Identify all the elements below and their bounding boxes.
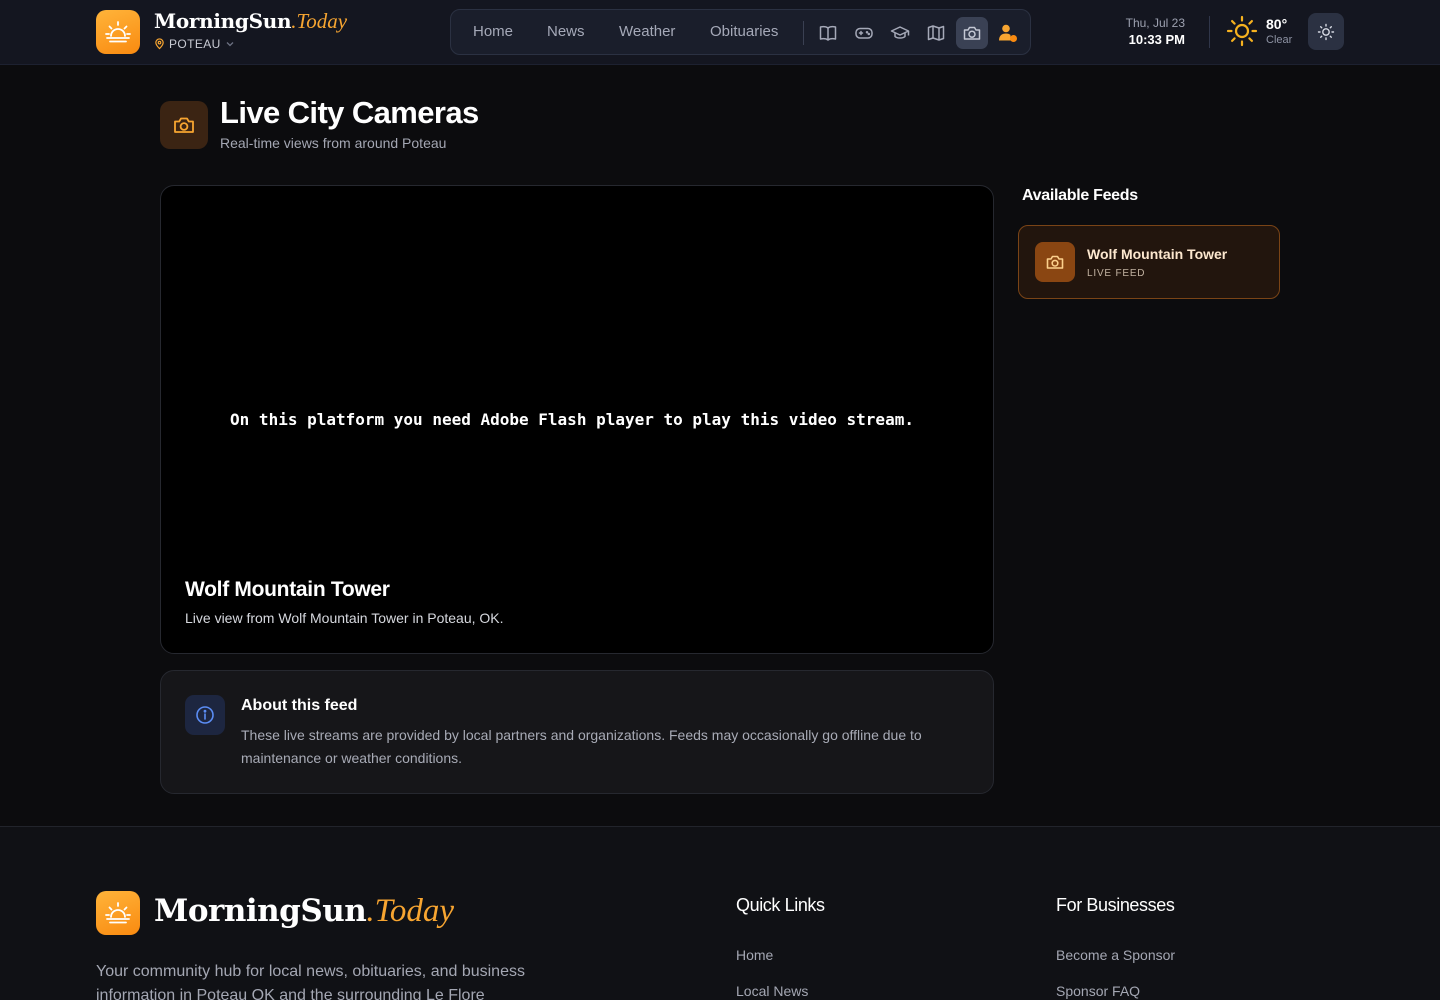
nav-home[interactable]: Home [473,23,513,40]
available-feeds-heading: Available Feeds [1022,187,1138,204]
user-alert-icon [999,24,1017,42]
about-title: About this feed [241,697,358,714]
date-time: Thu, Jul 23 10:33 PM [1126,16,1185,47]
footer-brand-main: MorningSun [154,893,367,929]
camera-description: Live view from Wolf Mountain Tower in Po… [185,610,504,626]
nav-account-button[interactable] [992,17,1024,49]
current-time: 10:33 PM [1128,32,1185,47]
nav-book-button[interactable] [812,17,844,49]
nav-map-button[interactable] [920,17,952,49]
footer-description: Your community hub for local news, obitu… [96,963,525,1000]
theme-toggle-button[interactable] [1308,13,1344,50]
sunrise-icon [105,21,131,43]
nav-news[interactable]: News [547,23,585,40]
weather-condition: Clear [1266,34,1293,46]
camera-icon [963,26,981,40]
site-header: MorningSun.Today POTEAU Home News Weathe… [0,0,1440,65]
camera-icon [1046,255,1064,269]
footer-link-sponsor-faq[interactable]: Sponsor FAQ [1056,983,1140,999]
camera-icon [174,117,194,133]
feed-icon-box [1035,242,1075,282]
quick-links-heading: Quick Links [736,895,825,915]
footer-link-home[interactable]: Home [736,947,773,963]
header-divider [1209,16,1210,48]
nav-divider [803,21,804,45]
for-businesses-heading: For Businesses [1056,895,1175,915]
footer-link-become-sponsor[interactable]: Become a Sponsor [1056,947,1175,963]
nav-cameras-button[interactable] [956,17,988,49]
graduation-cap-icon [890,26,910,39]
page-title: Live City Cameras [220,95,479,130]
page-subtitle: Real-time views from around Poteau [220,135,447,151]
temperature: 80° [1266,16,1288,32]
map-pin-icon [155,38,164,50]
info-icon-box [185,695,225,735]
location-selector[interactable]: POTEAU [154,36,235,52]
main-nav: Home News Weather Obituaries [450,9,1031,55]
gamepad-icon [855,27,873,39]
sun-icon [1226,15,1258,47]
flash-required-message: On this platform you need Adobe Flash pl… [230,410,914,429]
feed-status: LIVE FEED [1087,268,1146,279]
video-player[interactable]: On this platform you need Adobe Flash pl… [160,185,994,654]
brand-name[interactable]: MorningSun.Today [154,9,347,34]
nav-education-button[interactable] [884,17,916,49]
weather-widget[interactable] [1226,15,1258,47]
sunrise-icon [105,902,131,924]
site-footer: MorningSun.Today Your community hub for … [0,826,1440,1000]
camera-title: Wolf Mountain Tower [185,578,390,601]
logo[interactable] [96,10,140,54]
nav-obituaries[interactable]: Obituaries [710,23,778,40]
nav-weather[interactable]: Weather [619,23,675,40]
footer-brand[interactable]: MorningSun.Today [154,893,454,930]
current-date: Thu, Jul 23 [1125,16,1185,30]
brand-suffix: .Today [291,9,348,33]
feed-name: Wolf Mountain Tower [1087,246,1228,262]
about-text: These live streams are provided by local… [241,727,922,766]
footer-brand-suffix: .Today [366,893,455,929]
info-icon [196,706,214,724]
map-icon [927,25,945,41]
book-icon [819,25,837,41]
chevron-down-icon [226,42,234,47]
footer-link-local-news[interactable]: Local News [736,983,808,999]
footer-logo[interactable] [96,891,140,935]
feed-item[interactable]: Wolf Mountain Tower LIVE FEED [1018,225,1280,299]
about-feed-card: About this feed These live streams are p… [160,670,994,794]
sun-outline-icon [1317,23,1335,40]
brand-main: MorningSun [154,9,292,33]
nav-games-button[interactable] [848,17,880,49]
location-label: POTEAU [169,37,221,51]
page-title-icon-box [160,101,208,149]
